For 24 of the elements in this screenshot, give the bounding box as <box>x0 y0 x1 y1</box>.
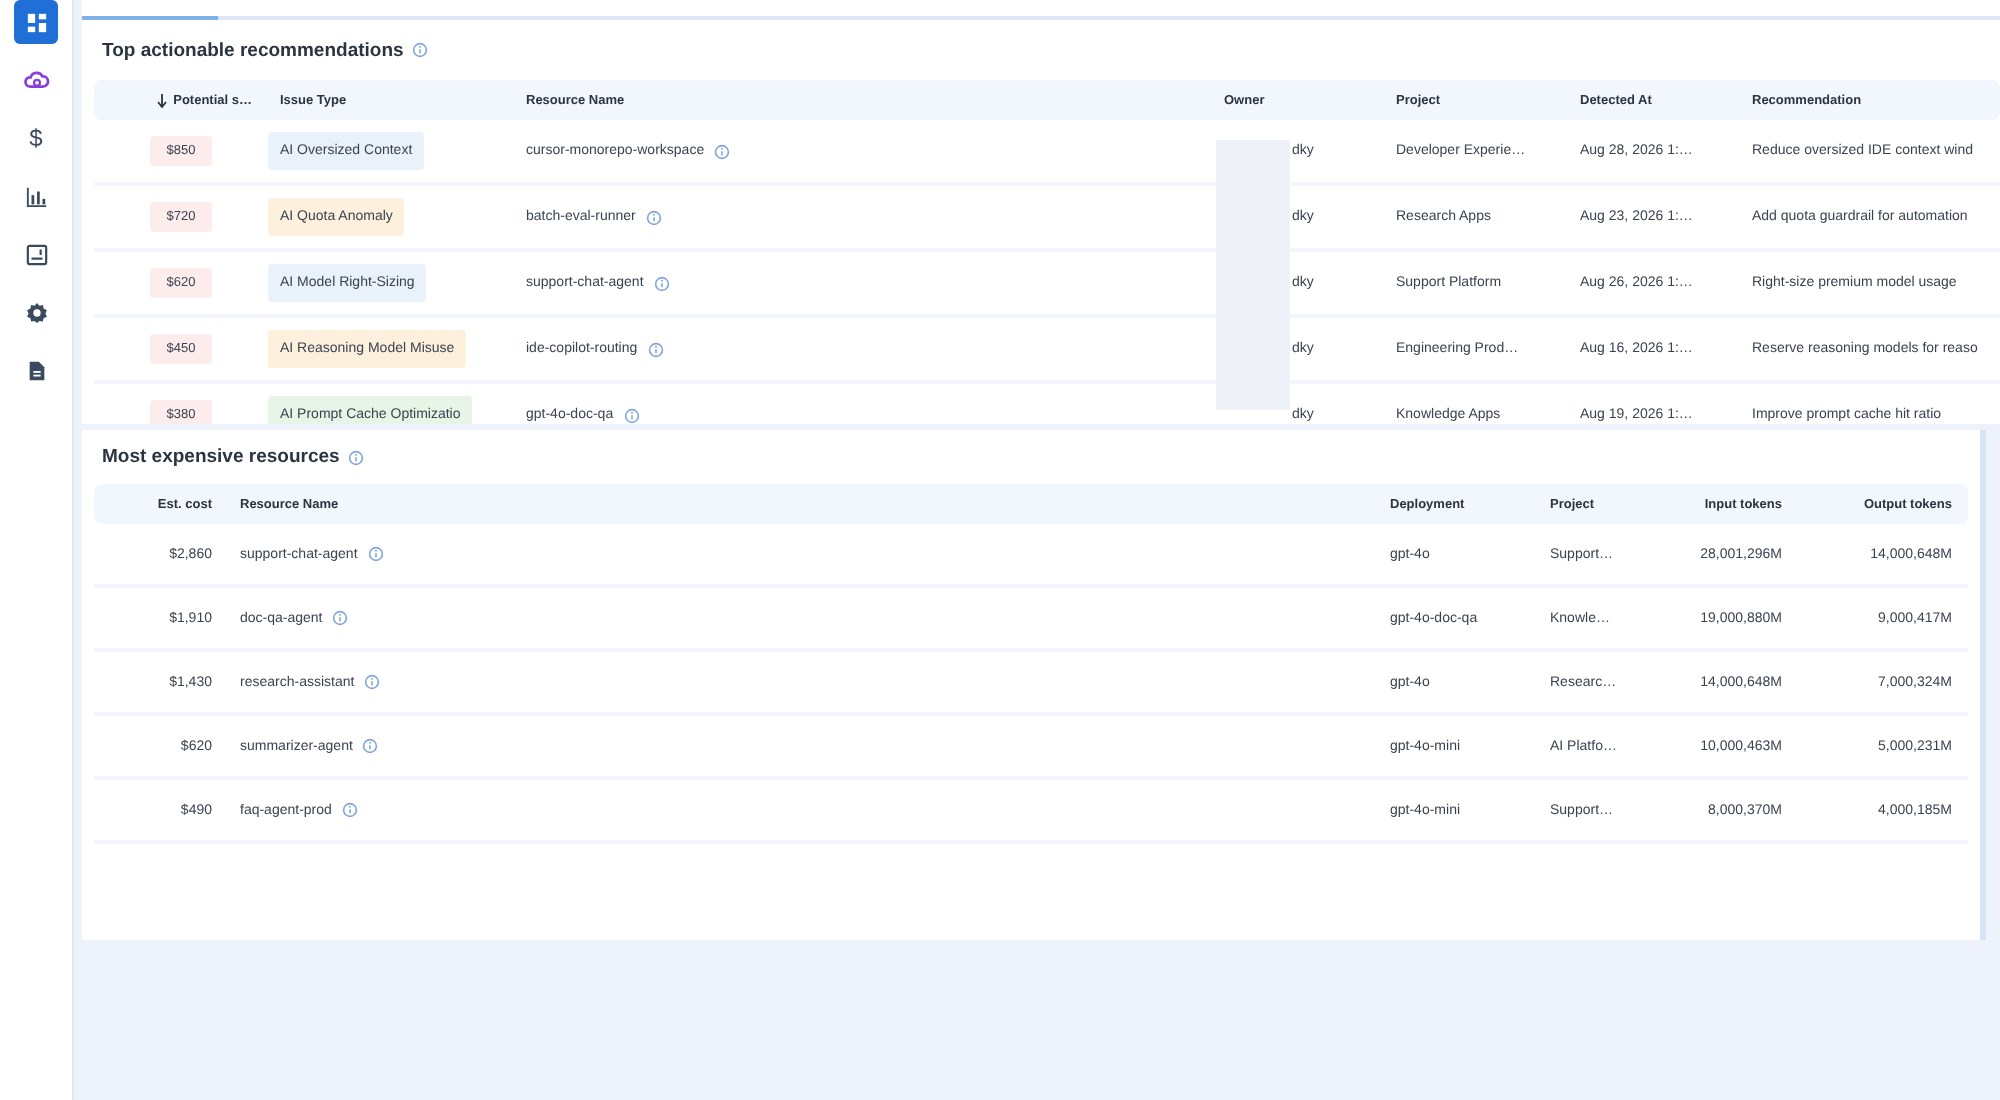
info-icon[interactable] <box>645 209 662 225</box>
info-icon[interactable] <box>647 341 664 357</box>
info-icon[interactable] <box>714 143 731 159</box>
info-icon[interactable] <box>653 275 670 291</box>
document-icon <box>25 359 47 381</box>
info-icon[interactable] <box>341 802 358 818</box>
dollar-nav[interactable]: $ <box>14 116 58 160</box>
section-title: Most expensive resources <box>102 446 340 468</box>
info-icon[interactable] <box>332 610 349 626</box>
sort-arrow-icon[interactable] <box>155 93 168 107</box>
tab-indicator <box>82 16 218 20</box>
info-icon[interactable] <box>362 738 379 754</box>
dashboard-nav[interactable] <box>14 0 58 44</box>
report-icon <box>25 243 47 265</box>
info-icon[interactable] <box>367 546 384 562</box>
info-icon[interactable] <box>623 407 640 423</box>
info-icon[interactable] <box>347 449 364 465</box>
bar-chart-icon <box>25 185 47 207</box>
grid-icon <box>25 11 47 33</box>
info-icon[interactable] <box>411 42 428 58</box>
cloud-icon <box>23 69 49 91</box>
section-title: Top actionable recommendations <box>102 39 404 61</box>
settings-icon <box>25 301 47 323</box>
info-icon[interactable] <box>364 674 381 690</box>
